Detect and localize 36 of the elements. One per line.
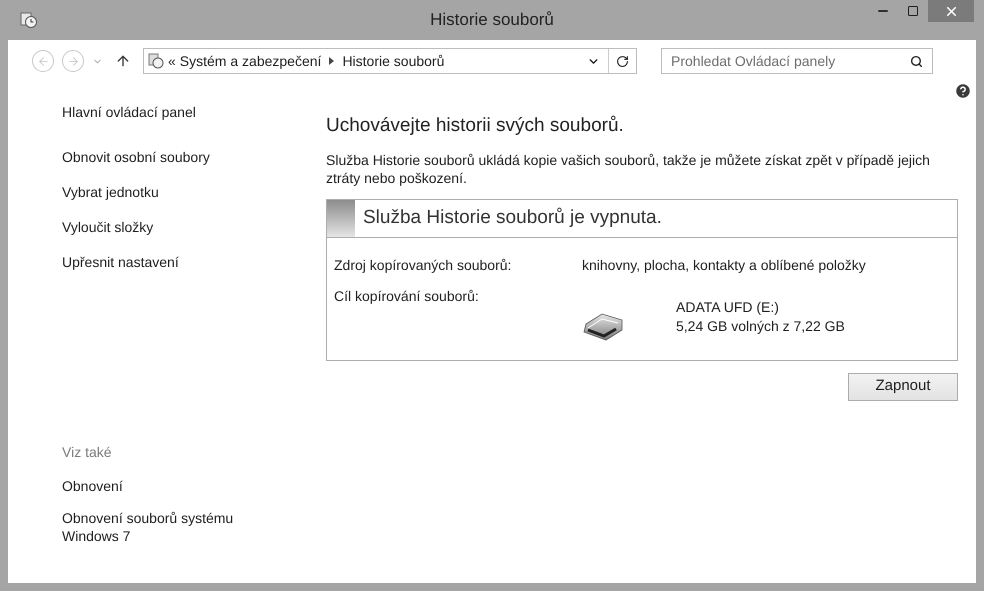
- breadcrumb-item[interactable]: Systém a zabezpečení: [180, 50, 322, 72]
- page-heading: Uchovávejte historii svých souborů.: [326, 114, 625, 138]
- turn-on-button[interactable]: Zapnout: [848, 372, 958, 400]
- address-bar[interactable]: « Systém a zabezpečení Historie souborů: [143, 48, 637, 74]
- sidebar-link[interactable]: Hlavní ovládací panel: [62, 102, 326, 123]
- drive-space: 5,24 GB volných z 7,22 GB: [676, 316, 845, 336]
- search-field[interactable]: Prohledat Ovládací panely: [671, 50, 910, 72]
- up-button[interactable]: [115, 53, 131, 69]
- help-icon[interactable]: [954, 82, 972, 100]
- see-also-link[interactable]: Obnovení: [62, 477, 282, 495]
- breadcrumb-item[interactable]: Historie souborů: [342, 50, 444, 72]
- control-panel-icon: [148, 53, 164, 69]
- see-also-heading: Viz také: [62, 443, 113, 462]
- source-label: Zdroj kopírovaných souborů:: [334, 256, 512, 275]
- search-icon[interactable]: [910, 54, 923, 68]
- sidebar-link[interactable]: Upřesnit nastavení: [62, 252, 326, 273]
- right-arrow-icon: [66, 54, 80, 68]
- target-label: Cíl kopírování souborů:: [334, 286, 480, 306]
- left-arrow-icon: [36, 54, 50, 68]
- maximize-icon: [907, 5, 919, 17]
- window-title: Historie souborů: [430, 9, 554, 32]
- app-icon: [20, 11, 38, 29]
- separator-icon: [329, 57, 334, 65]
- status-title: Služba Historie souborů je vypnuta.: [363, 206, 662, 230]
- close-button[interactable]: [928, 0, 974, 22]
- status-gradient-bar: [327, 200, 355, 236]
- source-value: knihovny, plocha, kontakty a oblíbené položky: [582, 256, 867, 275]
- refresh-icon[interactable]: [616, 54, 629, 68]
- see-also-link[interactable]: Obnovení souborů systému Windows 7: [62, 509, 282, 545]
- drive-name: ADATA UFD (E:): [676, 298, 780, 316]
- description-text: Služba Historie souborů ukládá kopie vašich souborů, takže je můžete získat zpět v případě jejich ztráty nebo poškození.: [326, 150, 931, 186]
- search-bar[interactable]: Prohledat Ovládací panely: [661, 48, 933, 74]
- sidebar-link[interactable]: Vyloučit složky: [62, 217, 326, 238]
- breadcrumb-prefix: «: [168, 52, 176, 70]
- sidebar-link[interactable]: Vybrat jednotku: [62, 182, 326, 203]
- sidebar-link[interactable]: Obnovit osobní soubory: [62, 147, 326, 168]
